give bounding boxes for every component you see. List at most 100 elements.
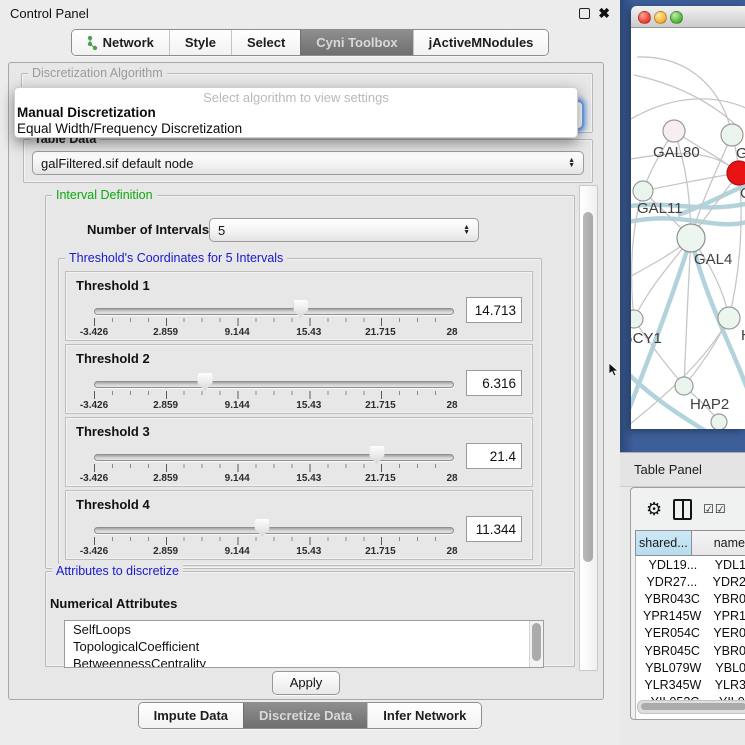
dropdown-item-equal-width[interactable]: Equal Width/Frequency Discretization bbox=[15, 121, 577, 137]
tick-label: 21.715 bbox=[365, 473, 396, 484]
cell-name[interactable]: YDR2 bbox=[708, 575, 745, 589]
slider-track[interactable] bbox=[94, 527, 454, 534]
threshold-boxes: Threshold 1 -3.4262.8599.14415.4321.7152… bbox=[65, 271, 533, 563]
dropdown-prompt-item[interactable]: Select algorithm to view settings bbox=[15, 88, 577, 105]
threshold-slider[interactable]: -3.4262.8599.14415.4321.71528 bbox=[94, 491, 452, 559]
cell-shared-name[interactable]: YBR045C bbox=[636, 644, 708, 658]
table-row[interactable]: YDR27...YDR2 bbox=[636, 573, 745, 590]
gear-icon[interactable]: ⚙ bbox=[646, 500, 662, 518]
cell-name[interactable]: YBR0 bbox=[708, 644, 745, 658]
table-row[interactable]: YDL19...YDL1 bbox=[636, 556, 745, 573]
cell-shared-name[interactable]: YDR27... bbox=[636, 575, 708, 589]
control-panel-window: Control Panel ✖ Network Style Select Cyn… bbox=[0, 0, 621, 745]
table-data-combobox[interactable]: galFiltered.sif default node ▲▼ bbox=[32, 151, 584, 175]
cell-name[interactable]: YBL0 bbox=[710, 661, 745, 675]
tab-jactivemnodules[interactable]: jActiveMNodules bbox=[413, 30, 549, 55]
cell-name[interactable]: YBR0 bbox=[708, 592, 745, 606]
numerical-attributes-list[interactable]: SelfLoopsTopologicalCoefficientBetweenne… bbox=[64, 620, 544, 668]
threshold-value-field[interactable]: 14.713 bbox=[466, 297, 522, 323]
number-of-intervals-combobox[interactable]: 5 ▲▼ bbox=[209, 218, 479, 242]
tab-style[interactable]: Style bbox=[169, 30, 231, 55]
threshold-slider[interactable]: -3.4262.8599.14415.4321.71528 bbox=[94, 272, 452, 340]
mac-zoom-icon[interactable] bbox=[670, 11, 683, 24]
number-of-intervals-label: Number of Intervals bbox=[87, 222, 209, 237]
numerical-attributes-label: Numerical Attributes bbox=[50, 596, 177, 611]
dropdown-item-manual-discretization[interactable]: Manual Discretization bbox=[15, 105, 577, 121]
tab-select[interactable]: Select bbox=[231, 30, 300, 55]
table-row[interactable]: YBR045CYBR0 bbox=[636, 642, 745, 659]
network-node[interactable] bbox=[711, 414, 727, 429]
right-region: GAL80GACGAL11GAL4GCY1HHAP2 Table Panel ⚙… bbox=[620, 0, 745, 745]
mac-close-icon[interactable] bbox=[638, 11, 651, 24]
cell-shared-name[interactable]: YDL19... bbox=[636, 558, 710, 572]
network-node[interactable] bbox=[677, 224, 705, 252]
tick-label: 21.715 bbox=[365, 546, 396, 557]
attribute-list-item[interactable]: BetweennessCentrality bbox=[65, 655, 543, 668]
column-header-shared-name[interactable]: shared... bbox=[635, 530, 692, 556]
table-row[interactable]: YBL079WYBL0 bbox=[636, 659, 745, 676]
network-icon bbox=[87, 35, 98, 51]
tab-infer-network[interactable]: Infer Network bbox=[367, 703, 481, 728]
cell-shared-name[interactable]: YPR145W bbox=[636, 609, 708, 623]
table-rows[interactable]: YDL19...YDL1YDR27...YDR2YBR043CYBR0YPR14… bbox=[635, 556, 745, 719]
threshold-value-field[interactable]: 11.344 bbox=[466, 516, 522, 542]
column-header-name[interactable]: name bbox=[692, 530, 745, 556]
slider-track[interactable] bbox=[94, 454, 454, 461]
node-label: GCY1 bbox=[631, 330, 662, 347]
table-row[interactable]: YLR345WYLR3 bbox=[636, 676, 745, 693]
network-node[interactable] bbox=[727, 161, 745, 185]
network-node[interactable] bbox=[718, 307, 740, 329]
network-node[interactable] bbox=[663, 120, 685, 142]
threshold-value-field[interactable]: 6.316 bbox=[466, 370, 522, 396]
cell-shared-name[interactable]: YBL079W bbox=[636, 661, 710, 675]
network-node[interactable] bbox=[631, 310, 643, 328]
cell-shared-name[interactable]: YER054C bbox=[636, 626, 708, 640]
cell-name[interactable]: YPR1 bbox=[708, 609, 745, 623]
attribute-list-item[interactable]: SelfLoops bbox=[65, 621, 543, 638]
table-row[interactable]: YBR043CYBR0 bbox=[636, 590, 745, 607]
threshold-value-field[interactable]: 21.4 bbox=[466, 443, 522, 469]
cell-shared-name[interactable]: YBR043C bbox=[636, 592, 708, 606]
slider-thumb[interactable] bbox=[255, 519, 270, 537]
slider-track[interactable] bbox=[94, 381, 454, 388]
tab-discretize-data[interactable]: Discretize Data bbox=[243, 703, 367, 728]
tab-network[interactable]: Network bbox=[72, 30, 169, 55]
settings-vertical-scrollbar[interactable] bbox=[579, 185, 598, 671]
discretization-algorithm-title: Discretization Algorithm bbox=[28, 66, 167, 80]
table-row[interactable]: YPR145WYPR1 bbox=[636, 608, 745, 625]
cell-shared-name[interactable]: YLR345W bbox=[636, 678, 710, 692]
slider-thumb[interactable] bbox=[369, 446, 384, 464]
slider-track[interactable] bbox=[94, 308, 454, 315]
select-columns-icon[interactable]: ☑☑ bbox=[703, 502, 727, 516]
attribute-items: SelfLoopsTopologicalCoefficientBetweenne… bbox=[65, 621, 543, 668]
apply-button[interactable]: Apply bbox=[272, 671, 340, 695]
threshold-slider[interactable]: -3.4262.8599.14415.4321.71528 bbox=[94, 418, 452, 486]
column-layout-icon[interactable] bbox=[673, 499, 692, 520]
threshold-slider[interactable]: -3.4262.8599.14415.4321.71528 bbox=[94, 345, 452, 413]
table-horizontal-scrollbar[interactable] bbox=[637, 700, 745, 714]
attributes-list-scrollbar[interactable] bbox=[529, 621, 543, 667]
tab-impute-data[interactable]: Impute Data bbox=[139, 703, 243, 728]
tick-label: 28 bbox=[446, 327, 457, 338]
cell-name[interactable]: YDL1 bbox=[710, 558, 745, 572]
network-node[interactable] bbox=[633, 181, 653, 201]
close-icon[interactable]: ✖ bbox=[598, 7, 610, 19]
algorithm-dropdown-popup: Select algorithm to view settings Manual… bbox=[14, 87, 578, 138]
tick-label: 2.859 bbox=[153, 327, 178, 338]
cell-name[interactable]: YLR3 bbox=[710, 678, 745, 692]
tab-cyni-toolbox[interactable]: Cyni Toolbox bbox=[300, 30, 412, 55]
slider-thumb[interactable] bbox=[197, 373, 212, 391]
cell-name[interactable]: YER0 bbox=[708, 626, 745, 640]
network-node[interactable] bbox=[721, 124, 743, 146]
network-canvas[interactable]: GAL80GACGAL11GAL4GCY1HHAP2 bbox=[631, 28, 745, 429]
attribute-list-item[interactable]: TopologicalCoefficient bbox=[65, 638, 543, 655]
thresholds-group-title: Threshold's Coordinates for 5 Intervals bbox=[65, 251, 287, 265]
network-node[interactable] bbox=[675, 377, 693, 395]
mac-minimize-icon[interactable] bbox=[654, 11, 667, 24]
slider-scale: -3.4262.8599.14415.4321.71528 bbox=[94, 400, 452, 411]
slider-scale: -3.4262.8599.14415.4321.71528 bbox=[94, 546, 452, 557]
table-row[interactable]: YER054CYER0 bbox=[636, 625, 745, 642]
float-window-icon[interactable] bbox=[579, 8, 590, 19]
slider-thumb[interactable] bbox=[293, 300, 308, 318]
slider-scale: -3.4262.8599.14415.4321.71528 bbox=[94, 327, 452, 338]
